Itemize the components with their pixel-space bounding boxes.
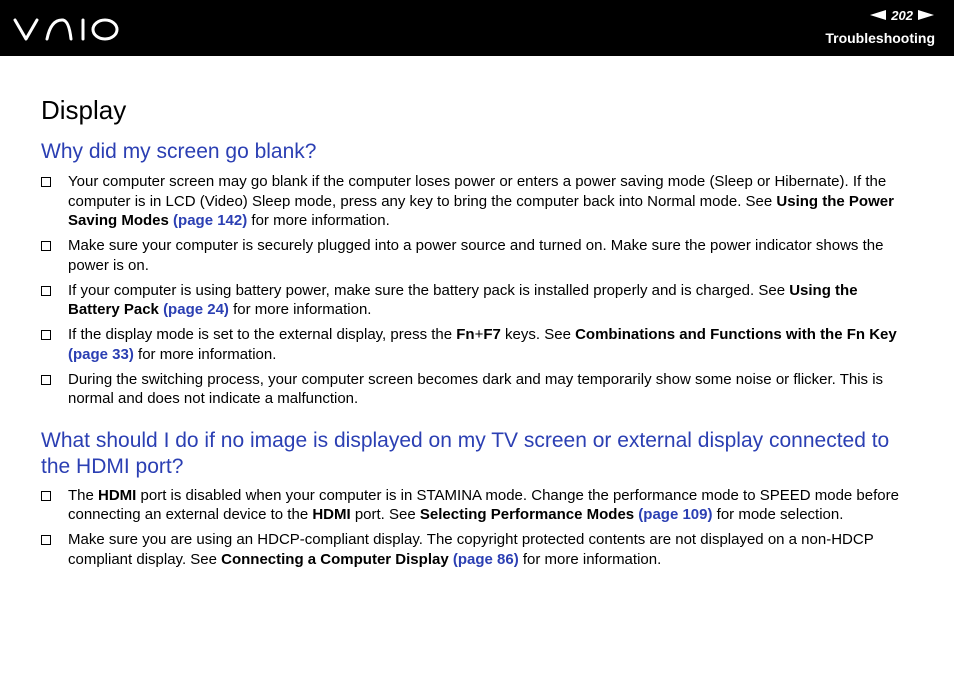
checkbox-bullet-icon <box>41 241 51 251</box>
checkbox-bullet-icon <box>41 490 51 501</box>
item-text: If the display mode is set to the extern… <box>68 326 457 343</box>
page-link[interactable]: (page 109) <box>638 506 712 523</box>
list-item: Make sure you are using an HDCP-complian… <box>41 530 913 569</box>
item-text: for more information. <box>133 345 277 363</box>
hdmi-list: The HDMI port is disabled when your comp… <box>41 486 913 570</box>
checkbox-bullet-icon <box>41 374 51 385</box>
key-f7: F7 <box>483 326 501 343</box>
section-heading-blank-screen: Why did my screen go blank? <box>41 140 317 163</box>
page-link[interactable]: (page 86) <box>453 551 519 568</box>
item-text: for more information. <box>228 301 372 318</box>
page-navigation: 202 <box>870 7 934 23</box>
page-header: 202 Troubleshooting <box>0 0 954 56</box>
item-text: keys. See <box>500 326 576 343</box>
list-item: Your computer screen may go blank if the… <box>41 172 913 231</box>
checkbox-bullet-icon <box>41 177 51 187</box>
list-item: If your computer is using battery power,… <box>41 281 913 320</box>
hdmi-term: HDMI <box>312 506 351 523</box>
list-item: If the display mode is set to the extern… <box>41 325 913 364</box>
item-reference: Combinations and Functions with the Fn K… <box>575 326 897 343</box>
item-text: for mode selection. <box>712 506 844 523</box>
checkbox-bullet-icon <box>41 285 51 296</box>
key-fn: Fn <box>456 326 475 343</box>
item-text: If your computer is using battery power,… <box>68 281 790 299</box>
page-link[interactable]: (page 142) <box>173 212 247 229</box>
list-item: During the switching process, your compu… <box>41 370 913 409</box>
item-text: The <box>68 486 99 504</box>
checkbox-bullet-icon <box>41 330 51 340</box>
previous-page-arrow-icon[interactable] <box>870 10 887 20</box>
page-title: Display <box>41 95 127 125</box>
section-heading-hdmi: What should I do if no image is displaye… <box>41 428 890 478</box>
next-page-arrow-icon[interactable] <box>918 10 934 20</box>
item-text: for more information. <box>518 550 662 568</box>
hdmi-term: HDMI <box>98 486 137 504</box>
page-content: Display Why did my screen go blank? Your… <box>41 95 913 575</box>
item-text: During the switching process, your compu… <box>68 370 884 408</box>
page-number: 202 <box>891 7 913 23</box>
item-reference: Connecting a Computer Display <box>221 550 449 568</box>
vaio-logo <box>13 18 119 41</box>
item-reference: Selecting Performance Modes <box>419 506 635 523</box>
blank-screen-list: Your computer screen may go blank if the… <box>41 172 913 409</box>
page-link[interactable]: (page 24) <box>163 301 229 318</box>
item-text: Make sure your computer is securely plug… <box>68 237 884 274</box>
page-link[interactable]: (page 33) <box>68 346 134 363</box>
item-text: port. See <box>350 506 420 523</box>
checkbox-bullet-icon <box>41 535 51 545</box>
list-item: Make sure your computer is securely plug… <box>41 236 913 275</box>
item-text: Your computer screen may go blank if the… <box>68 173 887 210</box>
item-text: for more information. <box>247 212 390 229</box>
section-name: Troubleshooting <box>825 30 935 46</box>
list-item: The HDMI port is disabled when your comp… <box>41 486 913 525</box>
